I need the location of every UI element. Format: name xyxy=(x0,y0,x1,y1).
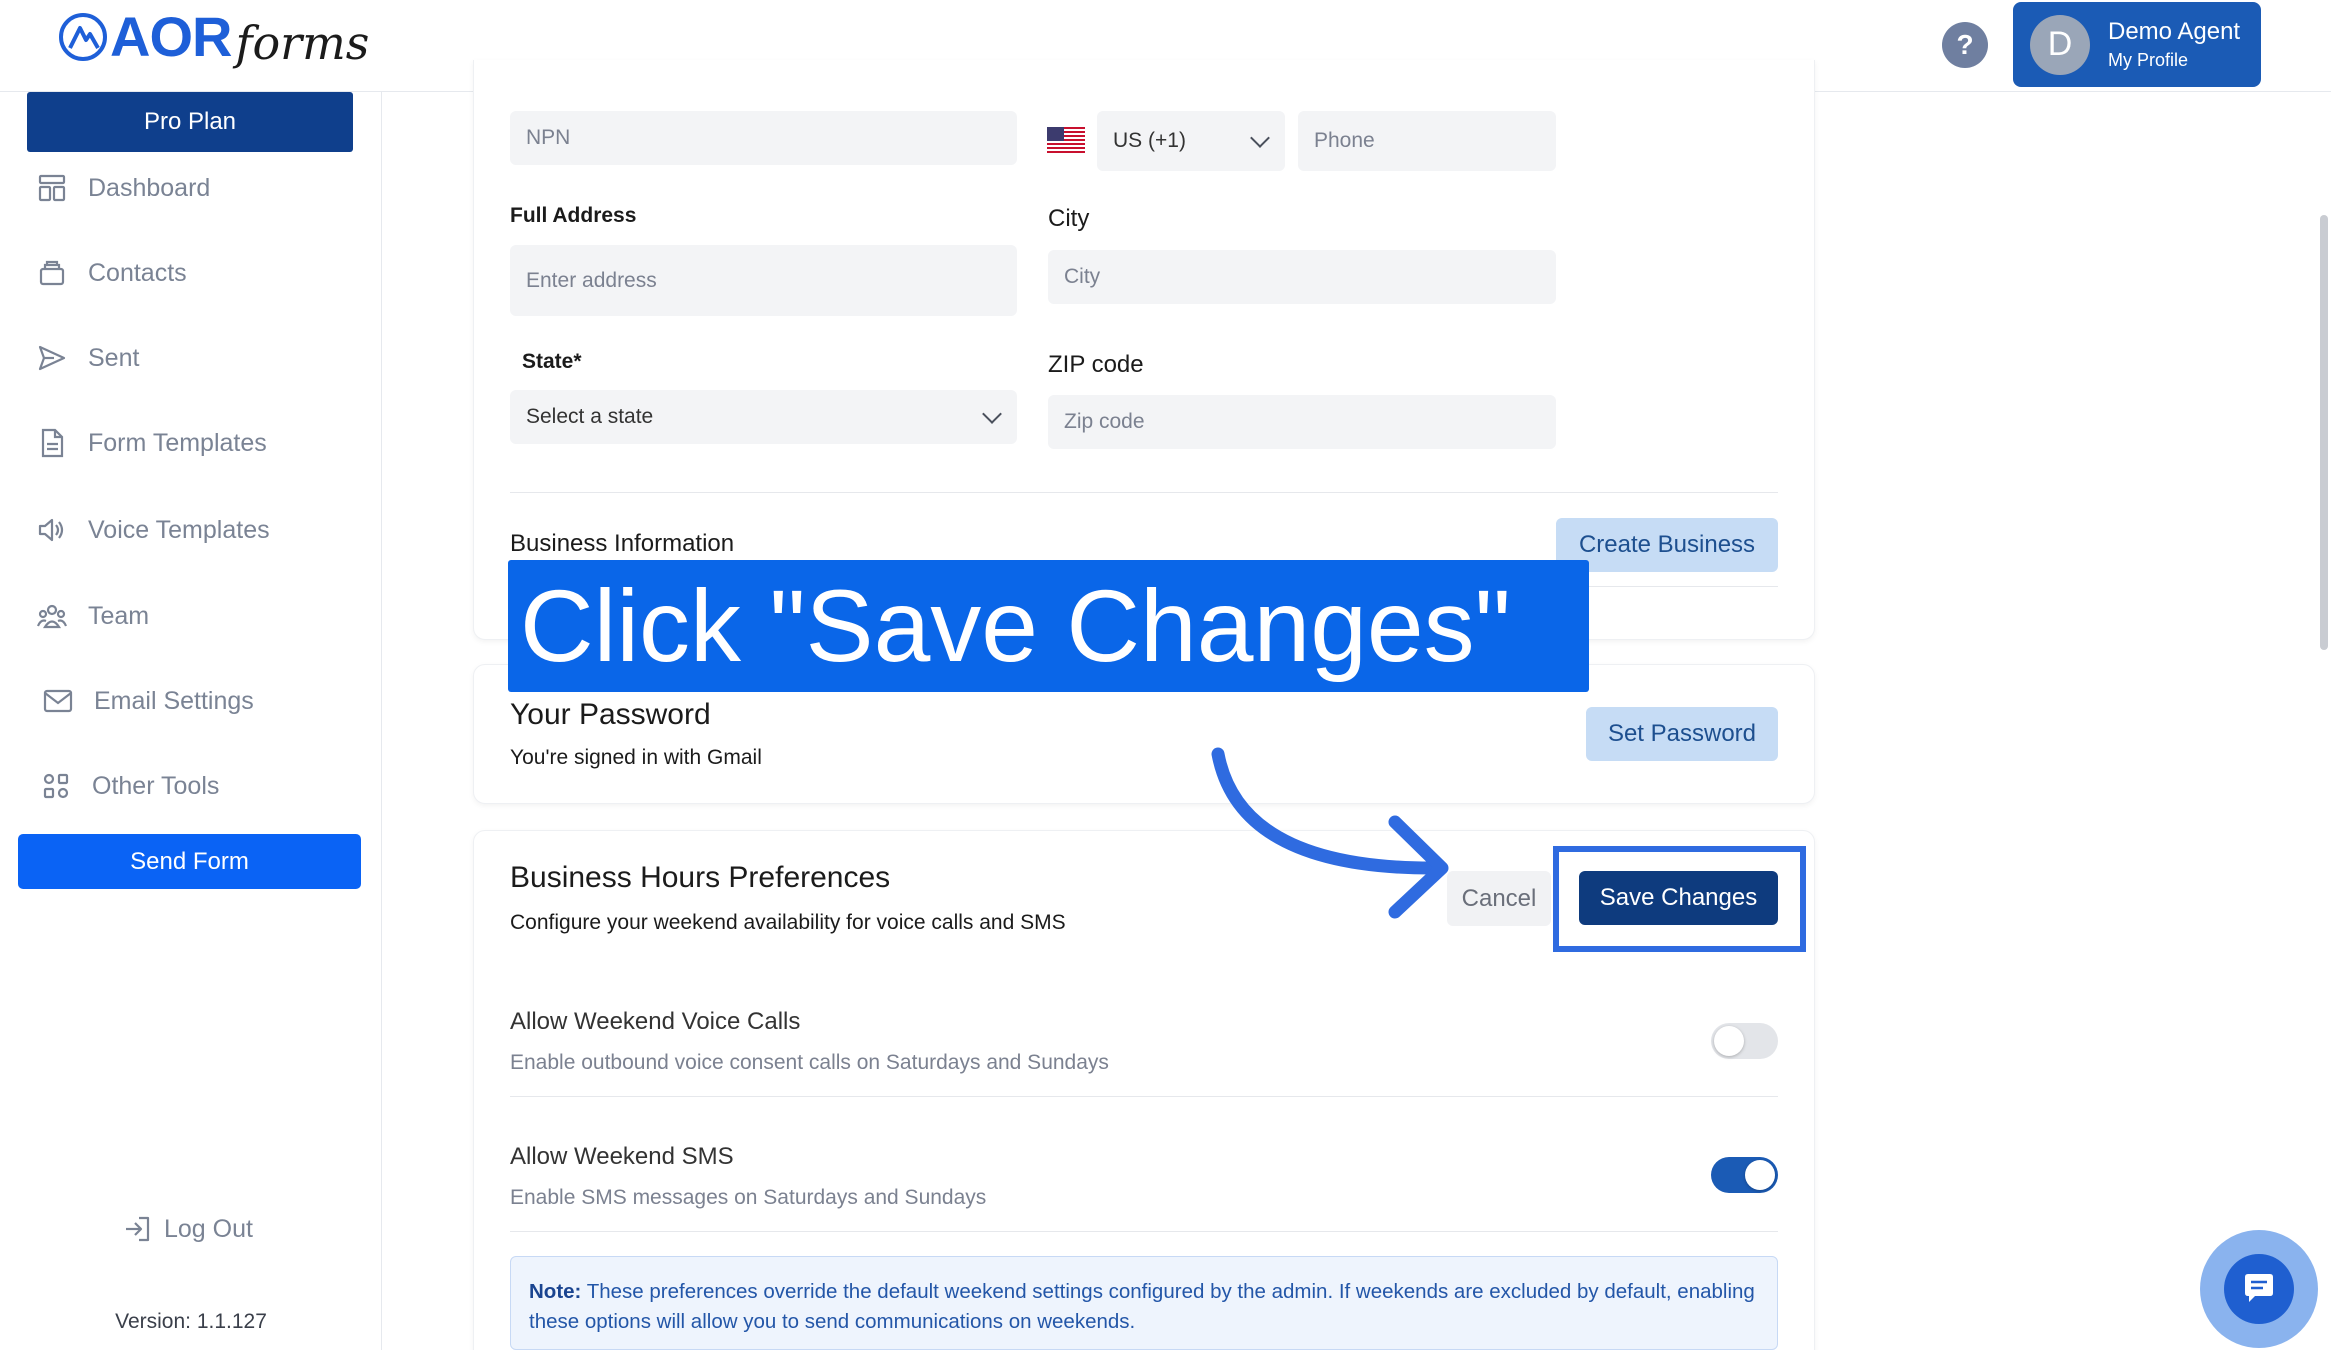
city-input[interactable]: City xyxy=(1048,250,1556,304)
pro-plan-button[interactable]: Pro Plan xyxy=(27,92,353,152)
app-version: Version: 1.1.127 xyxy=(115,1310,267,1333)
team-icon xyxy=(36,604,68,629)
sidebar-item-label: Contacts xyxy=(88,258,187,287)
address-label: Full Address xyxy=(510,204,637,227)
city-label: City xyxy=(1048,205,1090,232)
avatar: D xyxy=(2030,14,2090,75)
pref-voice-description: Enable outbound voice consent calls on S… xyxy=(510,1051,1109,1074)
save-button-highlight xyxy=(1553,846,1806,952)
sidebar-item-contacts[interactable]: Contacts xyxy=(36,253,187,293)
phone-input[interactable]: Phone xyxy=(1298,111,1556,171)
state-label: State* xyxy=(522,350,582,373)
contacts-icon xyxy=(39,260,65,286)
note-label: Note: xyxy=(529,1280,582,1303)
dashboard-icon xyxy=(38,174,66,202)
sidebar-item-label: Sent xyxy=(88,343,140,372)
note-text: These preferences override the default w… xyxy=(529,1280,1755,1333)
chat-icon xyxy=(2245,1274,2273,1302)
sidebar-item-label: Form Templates xyxy=(88,428,267,457)
aorforms-logo[interactable]: AOR forms xyxy=(58,4,369,84)
sidebar: Pro Plan Dashboard Contacts Sent Form Te… xyxy=(0,92,382,1350)
weekend-note: Note: These preferences override the def… xyxy=(510,1256,1778,1350)
send-form-button[interactable]: Send Form xyxy=(18,834,361,889)
pref-sms-description: Enable SMS messages on Saturdays and Sun… xyxy=(510,1186,987,1209)
zip-label: ZIP code xyxy=(1048,351,1144,378)
state-select[interactable]: Select a state xyxy=(510,390,1017,444)
zip-input[interactable]: Zip code xyxy=(1048,395,1556,449)
send-icon xyxy=(38,345,66,371)
country-code-value: US (+1) xyxy=(1113,129,1186,152)
weekend-sms-toggle[interactable] xyxy=(1711,1157,1778,1193)
sidebar-item-other-tools[interactable]: Other Tools xyxy=(36,766,219,806)
weekend-voice-toggle[interactable] xyxy=(1711,1023,1778,1059)
country-code-select[interactable]: US (+1) xyxy=(1097,111,1285,171)
page-scrollbar[interactable] xyxy=(2320,215,2328,650)
us-flag-icon xyxy=(1047,127,1085,153)
chevron-down-icon xyxy=(1250,128,1270,148)
toggle-knob xyxy=(1745,1160,1775,1190)
logout-icon xyxy=(126,1216,150,1242)
sidebar-item-dashboard[interactable]: Dashboard xyxy=(36,168,210,208)
tutorial-callout: Click "Save Changes" xyxy=(508,560,1589,692)
sidebar-item-label: Dashboard xyxy=(88,173,211,202)
sidebar-item-label: Other Tools xyxy=(92,771,220,800)
document-icon xyxy=(41,428,64,458)
logo-mark-icon xyxy=(59,13,107,61)
divider xyxy=(510,492,1778,493)
password-subtitle: You're signed in with Gmail xyxy=(510,746,762,769)
business-hours-title: Business Hours Preferences xyxy=(510,861,891,894)
sidebar-item-sent[interactable]: Sent xyxy=(36,338,139,378)
business-info-title: Business Information xyxy=(510,530,735,557)
chat-button[interactable] xyxy=(2200,1230,2318,1348)
logo-text-aor: AOR xyxy=(110,5,232,68)
chevron-down-icon xyxy=(982,404,1002,424)
state-placeholder: Select a state xyxy=(526,405,654,428)
sidebar-item-label: Team xyxy=(88,601,150,630)
curved-arrow-icon xyxy=(1211,747,1449,919)
pref-voice-title: Allow Weekend Voice Calls xyxy=(510,1008,801,1035)
create-business-button[interactable]: Create Business xyxy=(1556,518,1778,572)
sidebar-item-label: Email Settings xyxy=(94,686,254,715)
profile-name: Demo Agent xyxy=(2108,17,2241,45)
sidebar-item-email-settings[interactable]: Email Settings xyxy=(36,681,254,721)
profile-button[interactable]: D Demo Agent My Profile xyxy=(2013,2,2261,87)
sidebar-item-voice-templates[interactable]: Voice Templates xyxy=(36,510,270,550)
profile-text: Demo Agent My Profile xyxy=(2108,17,2240,73)
logo-text-forms: forms xyxy=(235,16,370,70)
profile-subtitle: My Profile xyxy=(2108,49,2189,70)
grid-icon xyxy=(43,773,69,799)
mail-icon xyxy=(43,689,73,713)
help-icon[interactable]: ? xyxy=(1942,22,1988,68)
set-password-button[interactable]: Set Password xyxy=(1586,707,1778,761)
cancel-button[interactable]: Cancel xyxy=(1447,871,1551,926)
npn-input[interactable]: NPN xyxy=(510,111,1017,165)
logout-label: Log Out xyxy=(164,1214,253,1243)
business-hours-subtitle: Configure your weekend availability for … xyxy=(510,911,1066,934)
logout-button[interactable]: Log Out xyxy=(122,1214,253,1244)
speaker-icon xyxy=(38,518,64,542)
divider xyxy=(510,1096,1778,1097)
password-title: Your Password xyxy=(510,698,711,731)
chat-button-inner xyxy=(2224,1254,2294,1324)
sidebar-item-label: Voice Templates xyxy=(88,515,270,544)
sidebar-item-team[interactable]: Team xyxy=(36,596,149,636)
address-input[interactable]: Enter address xyxy=(510,245,1017,316)
pref-sms-title: Allow Weekend SMS xyxy=(510,1143,734,1170)
toggle-knob xyxy=(1714,1026,1744,1056)
divider xyxy=(510,1231,1778,1232)
sidebar-item-form-templates[interactable]: Form Templates xyxy=(36,423,267,463)
